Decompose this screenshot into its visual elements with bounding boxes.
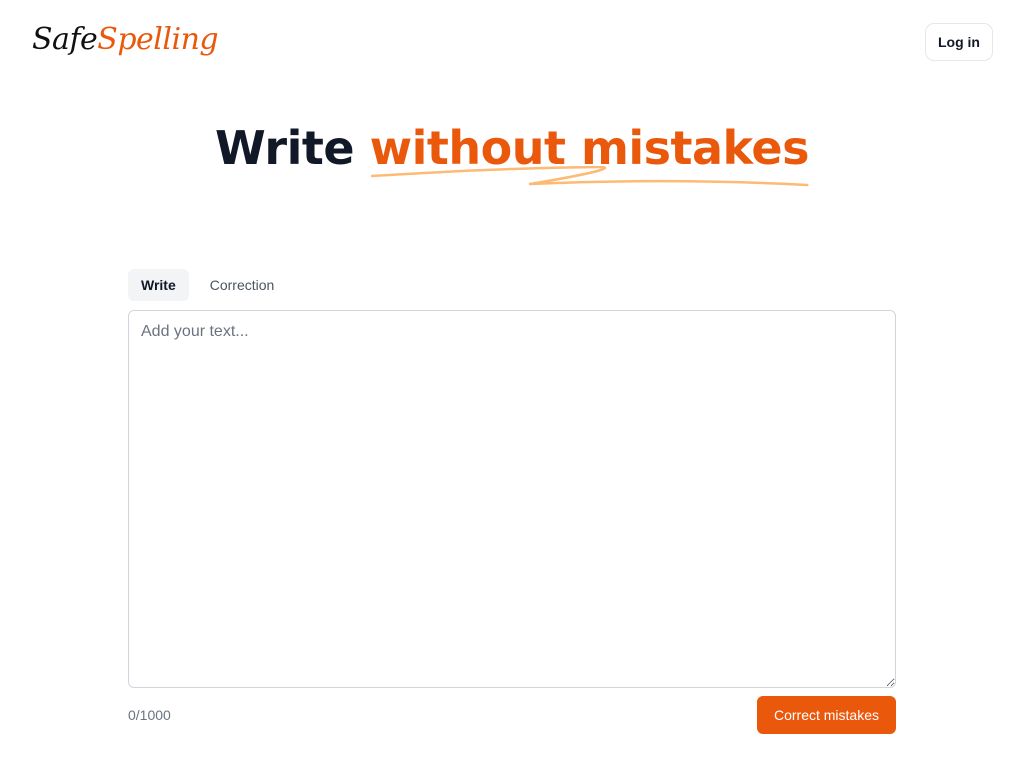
tab-correction[interactable]: Correction [197,269,288,301]
text-input[interactable] [128,310,896,688]
correct-mistakes-button[interactable]: Correct mistakes [756,696,896,734]
tab-write[interactable]: Write [128,269,189,301]
page-title-accent-wrap: without mistakes [369,118,810,187]
page-title-plain: Write [215,121,370,175]
char-counter: 0/1000 [128,707,171,723]
page: Safe Spelling Log in Write without mista… [0,0,1024,768]
login-button[interactable]: Log in [925,23,993,61]
logo-text-spelling: Spelling [97,22,219,57]
logo-text-safe: Safe [32,22,98,57]
logo[interactable]: Safe Spelling [32,16,219,64]
mode-tabs: Write Correction [128,269,287,301]
page-title-accent: without mistakes [369,121,810,175]
page-title: Write without mistakes [0,118,1024,187]
header: Safe Spelling Log in [0,0,1024,84]
